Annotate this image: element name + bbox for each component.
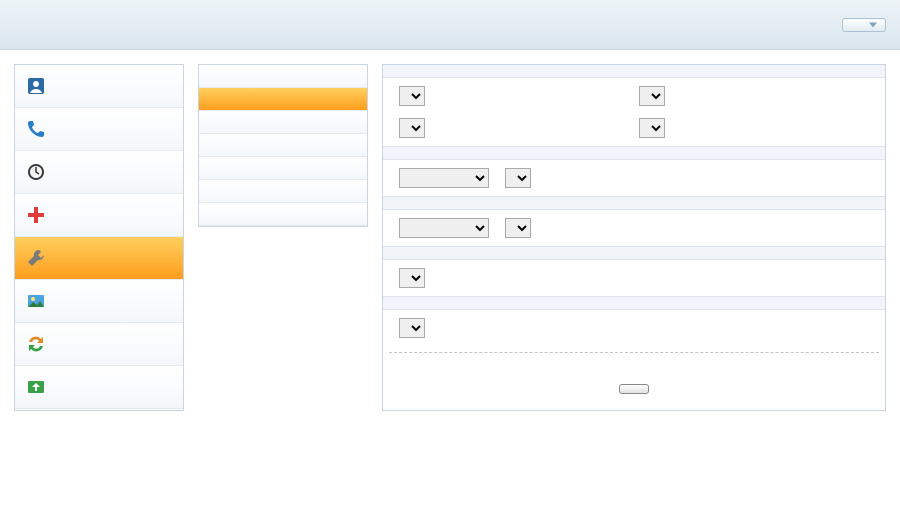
sms-ringtone-pair	[393, 218, 489, 238]
sync-icon	[25, 333, 47, 355]
speaker-volume-pair	[543, 86, 665, 106]
section-sms-title	[383, 196, 885, 210]
phone-volume-pair	[393, 86, 533, 106]
section-incoming-body	[383, 160, 885, 196]
headset-volume-select[interactable]	[399, 118, 425, 138]
apply-button[interactable]	[619, 384, 649, 394]
subnav-keyboard[interactable]	[199, 180, 367, 203]
alarm-volume-pair	[393, 268, 425, 288]
sidebar-item-settings[interactable]	[15, 237, 183, 280]
device-selector[interactable]	[842, 18, 886, 32]
headset-volume-pair	[393, 118, 533, 138]
sidebar-item-export[interactable]	[15, 366, 183, 409]
section-sms-body	[383, 210, 885, 246]
clock-icon	[25, 161, 47, 183]
sidebar-item-signals[interactable]	[15, 151, 183, 194]
settings-subnav	[198, 64, 368, 227]
header-bar	[0, 0, 900, 50]
section-keys-title	[383, 296, 885, 310]
incoming-volume-select[interactable]	[505, 168, 531, 188]
subnav-profile[interactable]	[199, 65, 367, 88]
keys-volume-select[interactable]	[399, 318, 425, 338]
sidebar-item-gallery[interactable]	[15, 280, 183, 323]
phone-icon	[25, 118, 47, 140]
sms-volume-select[interactable]	[505, 218, 531, 238]
keys-volume-pair	[393, 318, 425, 338]
primary-sidebar	[14, 64, 184, 411]
incoming-ringtone-pair	[393, 168, 489, 188]
content-panel	[382, 64, 886, 411]
footer-zone	[389, 352, 879, 410]
alarm-volume-select[interactable]	[399, 268, 425, 288]
loud-volume-pair	[543, 118, 665, 138]
gallery-icon	[25, 290, 47, 312]
sidebar-item-photocontacts[interactable]	[15, 65, 183, 108]
incoming-volume-pair	[499, 168, 531, 188]
photocontacts-icon	[25, 75, 47, 97]
sidebar-item-contacts[interactable]	[15, 108, 183, 151]
speaker-volume-select[interactable]	[639, 86, 665, 106]
subnav-datetime[interactable]	[199, 157, 367, 180]
section-incoming-title	[383, 146, 885, 160]
chevron-down-icon	[869, 22, 877, 27]
export-icon	[25, 376, 47, 398]
subnav-additional[interactable]	[199, 203, 367, 226]
main-area	[0, 50, 900, 411]
subnav-sound[interactable]	[199, 88, 367, 111]
section-alarm-body	[383, 260, 885, 296]
sidebar-item-health[interactable]	[15, 194, 183, 237]
sms-volume-pair	[499, 218, 531, 238]
subnav-vibration[interactable]	[199, 111, 367, 134]
sms-ringtone-select[interactable]	[399, 218, 489, 238]
section-alarm-title	[383, 246, 885, 260]
incoming-ringtone-select[interactable]	[399, 168, 489, 188]
phone-volume-select[interactable]	[399, 86, 425, 106]
subnav-flashlight[interactable]	[199, 134, 367, 157]
section-volume-body	[383, 78, 885, 146]
section-volume-title	[383, 65, 885, 78]
section-keys-body	[383, 310, 885, 346]
wrench-icon	[25, 247, 47, 269]
sidebar-item-sync[interactable]	[15, 323, 183, 366]
health-icon	[25, 204, 47, 226]
loud-volume-select[interactable]	[639, 118, 665, 138]
